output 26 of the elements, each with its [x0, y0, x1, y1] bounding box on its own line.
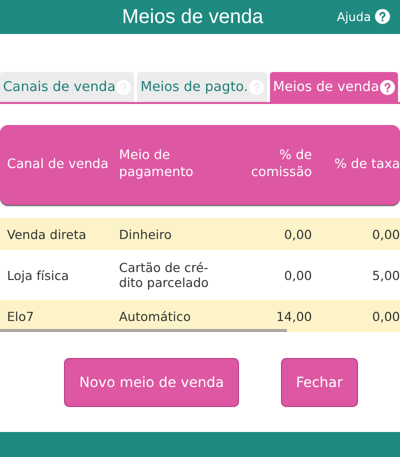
table-cell-text: Venda direta: [6, 226, 88, 242]
table-cell-text: 0,00: [371, 226, 400, 242]
close-button[interactable]: Fechar: [280, 358, 358, 407]
new-button[interactable]: Novo meio de venda: [64, 358, 239, 407]
table-cell-text: 5,00: [371, 268, 400, 282]
table-cell-text: 14,00: [275, 308, 312, 324]
table-cell-text: Dinheiro: [118, 226, 173, 242]
page-title: Meios de venda: [122, 6, 264, 28]
column-header[interactable]: Meio de pagamento: [112, 148, 220, 182]
tab[interactable]: Canais de venda: [0, 72, 134, 102]
table-cell-text: 0,00: [371, 308, 400, 324]
table-cell-text: 0,00: [283, 226, 312, 242]
table-cell-text: Automático: [118, 308, 192, 324]
table-cell-text: Elo7: [6, 308, 35, 324]
table-cell-text: Cartão de cré-dito parcelado: [118, 260, 210, 290]
help-link[interactable]: Ajuda: [336, 9, 390, 24]
column-header[interactable]: % de taxa: [312, 156, 400, 174]
help-icon[interactable]: [380, 80, 396, 94]
table-cell-text: 0,00: [283, 268, 312, 282]
column-header[interactable]: % de comissão: [220, 148, 312, 182]
column-header[interactable]: Canal de venda: [0, 156, 112, 174]
tab[interactable]: Meios de venda: [270, 72, 398, 102]
table-cell-text: Loja física: [6, 268, 70, 282]
tab[interactable]: Meios de pagto.: [137, 72, 267, 102]
help-icon[interactable]: [375, 9, 390, 24]
scrollbar[interactable]: [0, 329, 287, 332]
